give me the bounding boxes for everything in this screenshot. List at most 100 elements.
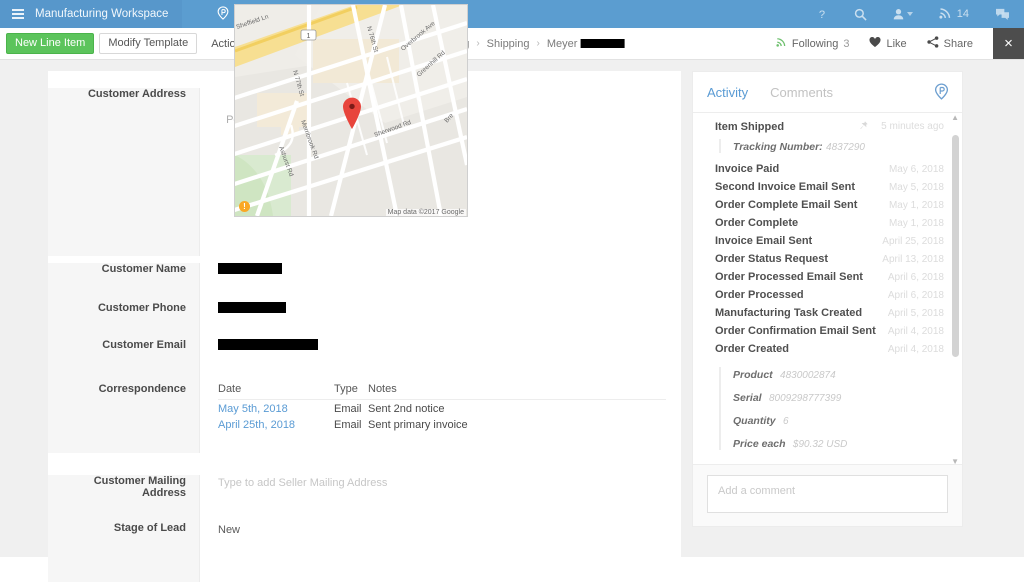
location-map[interactable]: Sheffield Ln N 77th St N 76th St Overbro… — [234, 4, 468, 217]
activity-name: Manufacturing Task Created — [715, 307, 863, 319]
field-customer-mailing-address: Customer Mailing Address Type to add Sel… — [48, 453, 681, 522]
tab-comments[interactable]: Comments — [770, 85, 833, 100]
activity-date: May 6, 2018 — [888, 164, 944, 175]
redacted-block — [580, 39, 625, 49]
field-customer-phone: Customer Phone — [48, 302, 681, 339]
chevron-up-icon[interactable]: ▲ — [951, 113, 959, 122]
item-action-bar: New Line Item Modify Template Actions Ma… — [0, 28, 1024, 60]
order-detail-block: Product 4830002874 Serial 8009298777399 … — [719, 367, 944, 450]
activity-timestamp: 5 minutes ago — [881, 121, 944, 132]
workspace-selector[interactable]: Manufacturing Workspace — [0, 0, 183, 28]
activity-name: Order Status Request — [715, 253, 829, 265]
mailing-address-input[interactable]: Type to add Seller Mailing Address — [218, 477, 387, 489]
hamburger-icon[interactable] — [12, 9, 24, 19]
field-customer-address: Customer Address Address Postal Code Cit… — [48, 4, 681, 256]
podio-pin-logo-icon[interactable] — [933, 83, 950, 103]
activity-tabs: Activity Comments — [693, 72, 962, 113]
activity-item[interactable]: Order Created April 4, 2018 — [715, 343, 944, 355]
table-row[interactable]: April 25th, 2018 Email Sent primary invo… — [218, 416, 666, 432]
field-customer-name: Customer Name — [48, 256, 681, 302]
field-label: Customer Address — [48, 88, 200, 256]
top-navigation-bar: Manufacturing Workspace Podio ? — [0, 0, 1024, 28]
tracking-number-value: 4837290 — [826, 142, 865, 153]
search-icon[interactable] — [854, 8, 867, 21]
activity-scroll-area: Item Shipped 5 minutes ago Tracking Numb… — [693, 113, 962, 464]
cell-date[interactable]: May 5th, 2018 — [218, 400, 334, 417]
tab-activity[interactable]: Activity — [707, 85, 748, 100]
activity-date: April 13, 2018 — [882, 254, 944, 265]
detail-value: 4830002874 — [780, 370, 836, 381]
activity-list: Item Shipped 5 minutes ago Tracking Numb… — [693, 121, 962, 450]
redacted-value — [218, 339, 318, 350]
cell-notes: Sent primary invoice — [368, 419, 468, 431]
detail-product: Product 4830002874 — [733, 367, 944, 381]
column-header-date: Date — [218, 383, 334, 400]
field-stage-of-lead: Stage of Lead New — [48, 522, 681, 582]
modify-template-button[interactable]: Modify Template — [99, 33, 198, 54]
detail-value: 6 — [782, 416, 789, 427]
top-right-utilities: ? 14 — [816, 0, 1024, 28]
activity-scrollbar[interactable] — [952, 121, 959, 458]
stream-icon — [939, 7, 952, 22]
field-label: Customer Mailing Address — [48, 475, 200, 522]
activity-date: May 5, 2018 — [888, 182, 944, 193]
share-icon — [927, 36, 939, 51]
close-icon[interactable]: × — [993, 28, 1024, 59]
activity-date: April 25, 2018 — [882, 236, 944, 247]
activity-item[interactable]: Order Processed April 6, 2018 — [715, 289, 944, 301]
field-label: Customer Email — [48, 339, 200, 383]
activity-item[interactable]: Invoice Paid May 6, 2018 — [715, 163, 944, 175]
detail-label: Quantity — [733, 415, 776, 427]
activity-item[interactable]: Order Confirmation Email Sent April 4, 2… — [715, 325, 944, 337]
breadcrumb-item-shipping[interactable]: Shipping — [487, 38, 530, 50]
breadcrumb-item-current[interactable]: Meyer — [547, 38, 625, 50]
info-icon[interactable]: ! — [239, 201, 250, 212]
cell-date[interactable]: April 25th, 2018 — [218, 416, 334, 432]
svg-text:1: 1 — [307, 33, 311, 40]
chevron-down-icon[interactable]: ▼ — [951, 457, 959, 464]
add-comment-input[interactable] — [707, 475, 948, 513]
activity-item-top[interactable]: Item Shipped 5 minutes ago — [715, 121, 944, 133]
activity-date: May 1, 2018 — [888, 200, 944, 211]
svg-text:?: ? — [819, 9, 825, 21]
column-header-type: Type — [334, 383, 368, 400]
table-row[interactable]: May 5th, 2018 Email Sent 2nd notice — [218, 400, 666, 417]
notifications-stream[interactable]: 14 — [939, 7, 969, 22]
tracking-number-label: Tracking Number: — [733, 141, 823, 153]
activity-name: Item Shipped — [715, 121, 785, 133]
share-button[interactable]: Share — [927, 36, 973, 51]
activity-name: Order Processed Email Sent — [715, 271, 863, 283]
detail-price-each: Price each $90.32 USD — [733, 436, 944, 450]
detail-quantity: Quantity 6 — [733, 413, 944, 427]
activity-item[interactable]: Order Complete Email Sent May 1, 2018 — [715, 199, 944, 211]
cell-notes: Sent 2nd notice — [368, 403, 445, 415]
podio-pin-logo-icon — [216, 5, 230, 23]
pin-icon — [860, 121, 868, 132]
activity-name: Invoice Email Sent — [715, 235, 813, 247]
detail-label: Price each — [733, 438, 786, 450]
stage-of-lead-value: New — [218, 524, 241, 536]
chat-bubbles-icon[interactable] — [995, 8, 1010, 21]
detail-label: Product — [733, 369, 773, 381]
following-button[interactable]: Following 3 — [776, 37, 850, 50]
activity-meta: 5 minutes ago — [860, 121, 944, 132]
activity-name: Order Processed — [715, 289, 804, 301]
activity-date: April 6, 2018 — [887, 272, 944, 283]
activity-date: April 4, 2018 — [887, 326, 944, 337]
activity-name: Order Created — [715, 343, 789, 355]
activity-item[interactable]: Invoice Email Sent April 25, 2018 — [715, 235, 944, 247]
activity-item[interactable]: Order Status Request April 13, 2018 — [715, 253, 944, 265]
activity-name: Invoice Paid — [715, 163, 780, 175]
following-label: Following — [791, 37, 839, 50]
activity-item[interactable]: Order Processed Email Sent April 6, 2018 — [715, 271, 944, 283]
help-icon[interactable]: ? — [816, 8, 828, 21]
activity-item[interactable]: Order Complete May 1, 2018 — [715, 217, 944, 229]
new-line-item-button[interactable]: New Line Item — [6, 33, 95, 54]
like-button[interactable]: Like — [869, 36, 907, 51]
scrollbar-thumb[interactable] — [952, 135, 959, 357]
activity-item[interactable]: Manufacturing Task Created April 5, 2018 — [715, 307, 944, 319]
following-count: 3 — [843, 37, 850, 50]
activity-name: Order Complete Email Sent — [715, 199, 858, 211]
activity-item[interactable]: Second Invoice Email Sent May 5, 2018 — [715, 181, 944, 193]
user-menu-icon[interactable] — [893, 8, 913, 20]
